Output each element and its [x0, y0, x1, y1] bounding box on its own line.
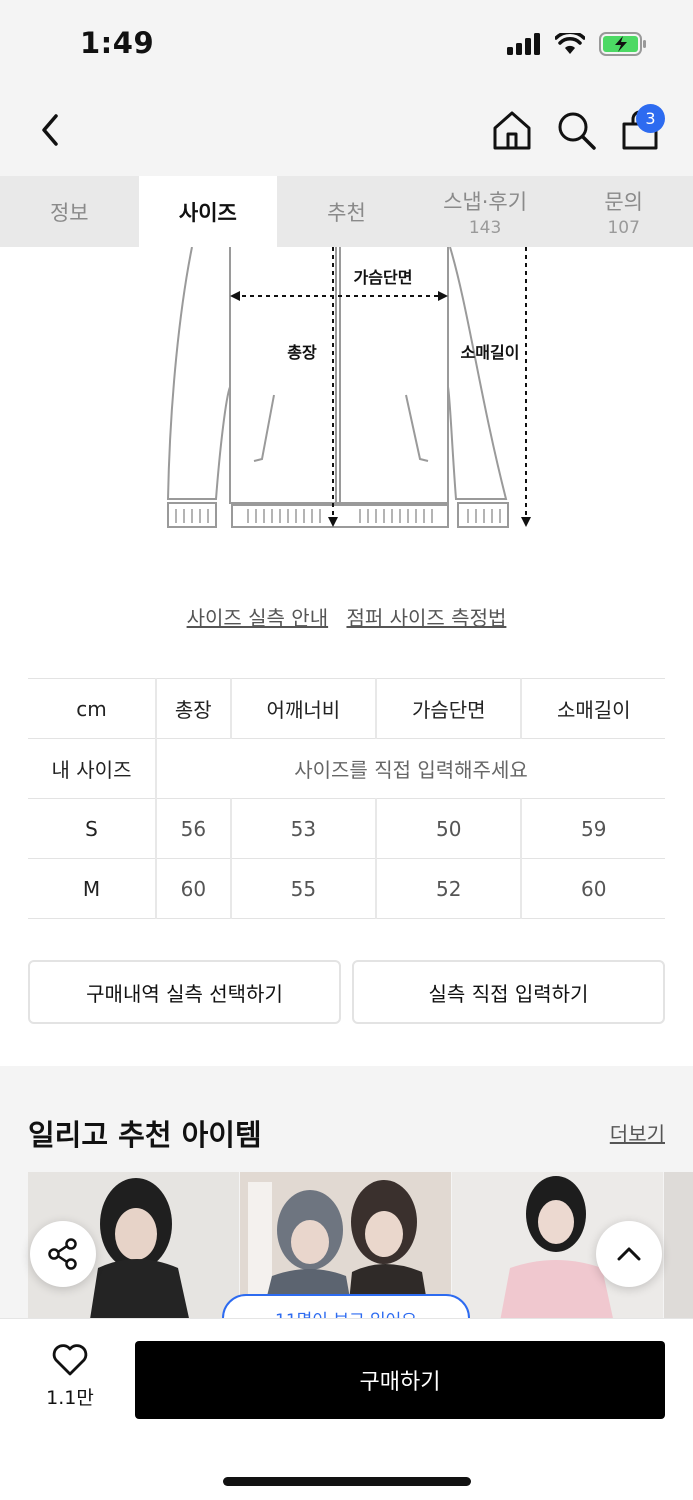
nav-bar — [0, 90, 693, 176]
status-time: 1:49 — [80, 26, 155, 60]
tab-count: 143 — [468, 217, 502, 238]
table-cell: 50 — [375, 798, 522, 859]
direct-input-size-button[interactable]: 실측 직접 입력하기 — [352, 960, 665, 1024]
product-image-4 — [664, 1172, 693, 1332]
tab-recommend[interactable]: 추천 — [277, 176, 416, 247]
home-icon[interactable] — [490, 108, 534, 152]
table-header: 총장 — [155, 678, 231, 739]
bottom-purchase-bar: 1.1만 구매하기 — [0, 1318, 693, 1500]
recommend-title: 일리고 추천 아이템 — [28, 1118, 262, 1152]
signal-icon — [507, 33, 540, 55]
tab-label: 스냅·후기 — [443, 189, 528, 214]
heart-icon — [52, 1344, 88, 1376]
tab-label: 사이즈 — [178, 200, 237, 225]
tab-bar: 정보 사이즈 추천 스냅·후기 143 문의 107 — [0, 176, 693, 247]
jacket-outline — [166, 247, 509, 528]
size-diagram: 가슴단면 총장 소매길이 — [166, 247, 531, 528]
my-size-label: 내 사이즈 — [28, 738, 156, 799]
table-cell: 55 — [229, 858, 377, 919]
battery-icon — [599, 32, 646, 56]
tab-snap-review[interactable]: 스냅·후기 143 — [416, 176, 555, 247]
table-header-row: cm 총장 어깨너비 가슴단면 소매길이 — [28, 678, 665, 739]
table-header: 가슴단면 — [375, 678, 522, 739]
buy-button[interactable]: 구매하기 — [135, 1341, 665, 1419]
home-indicator — [223, 1477, 471, 1486]
table-cell: 53 — [229, 798, 377, 859]
tab-size[interactable]: 사이즈 — [138, 176, 278, 247]
table-row: S 56 53 50 59 — [28, 798, 665, 859]
tab-count: 107 — [607, 217, 640, 238]
my-size-row: 내 사이즈 사이즈를 직접 입력해주세요 — [28, 738, 665, 799]
back-icon[interactable] — [34, 110, 68, 150]
size-guide-links: 사이즈 실측 안내 점퍼 사이즈 측정법 — [0, 602, 693, 631]
size-table: cm 총장 어깨너비 가슴단면 소매길이 내 사이즈 사이즈를 직접 입력해주세… — [28, 678, 665, 919]
sleeve-label: 소매길이 — [461, 343, 520, 362]
tab-label: 문의 — [604, 189, 643, 214]
length-label: 총장 — [287, 343, 317, 362]
recommend-section: 일리고 추천 아이템 더보기 — [0, 1066, 693, 1332]
chevron-up-icon — [617, 1247, 641, 1261]
tab-label: 정보 — [49, 200, 89, 225]
table-row: M 60 55 52 60 — [28, 858, 665, 919]
my-size-input[interactable]: 사이즈를 직접 입력해주세요 — [155, 738, 665, 799]
like-count: 1.1만 — [46, 1387, 94, 1409]
chest-label: 가슴단면 — [354, 268, 413, 287]
search-icon[interactable] — [554, 108, 598, 152]
size-guide-link[interactable]: 사이즈 실측 안내 — [187, 606, 329, 630]
table-cell: 52 — [375, 858, 522, 919]
purchase-history-size-button[interactable]: 구매내역 실측 선택하기 — [28, 960, 341, 1024]
like-button[interactable]: 1.1만 — [30, 1343, 110, 1413]
table-cell: 60 — [155, 858, 231, 919]
scroll-top-button[interactable] — [596, 1221, 662, 1287]
table-cell: 59 — [520, 798, 665, 859]
table-header: 어깨너비 — [229, 678, 377, 739]
status-icons — [507, 32, 647, 56]
size-label: M — [28, 858, 156, 919]
ribbing — [175, 509, 501, 523]
recommend-more-link[interactable]: 더보기 — [610, 1118, 665, 1147]
share-icon — [48, 1238, 77, 1270]
tab-info[interactable]: 정보 — [0, 176, 139, 247]
table-header: 소매길이 — [520, 678, 665, 739]
table-cell: 60 — [520, 858, 665, 919]
table-header: cm — [28, 678, 156, 739]
table-cell: 56 — [155, 798, 231, 859]
status-bar: 1:49 — [0, 0, 693, 90]
measure-guide-link[interactable]: 점퍼 사이즈 측정법 — [346, 606, 506, 630]
cart-count-badge: 3 — [636, 104, 665, 133]
size-label: S — [28, 798, 156, 859]
wifi-icon — [555, 33, 585, 54]
size-action-buttons: 구매내역 실측 선택하기 실측 직접 입력하기 — [28, 960, 665, 1024]
share-button[interactable] — [30, 1221, 96, 1287]
tab-label: 추천 — [327, 200, 366, 225]
tab-inquiry[interactable]: 문의 107 — [554, 176, 693, 247]
